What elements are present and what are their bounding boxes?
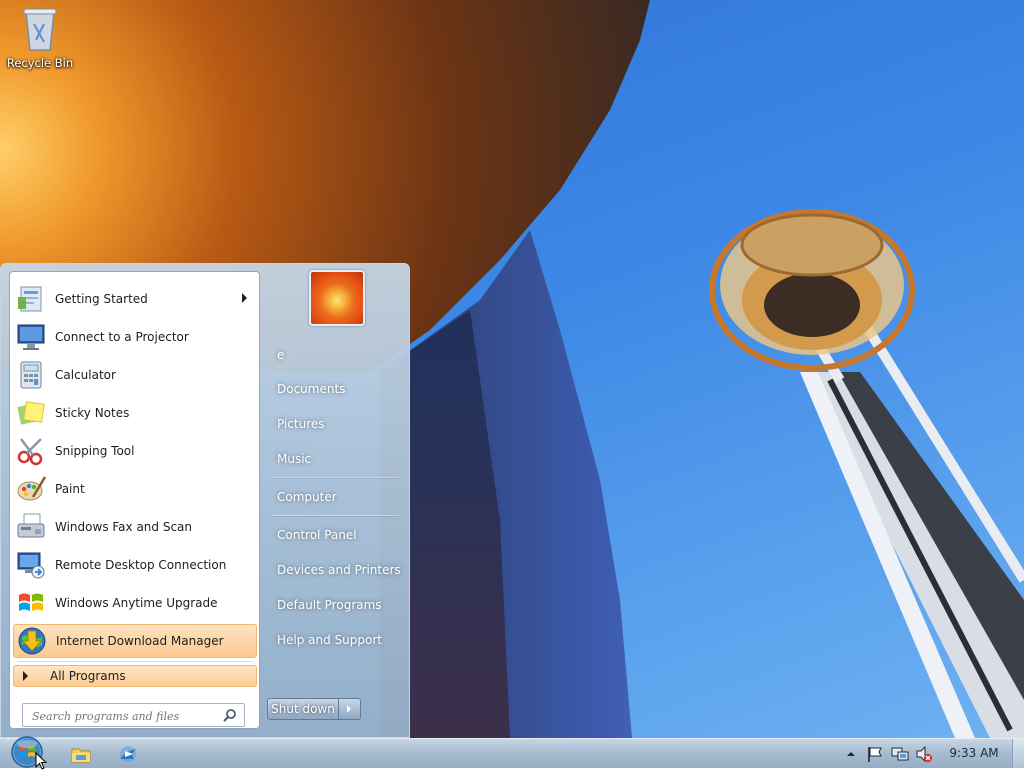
all-programs-label: All Programs — [50, 669, 126, 683]
sticky-notes-icon — [17, 401, 45, 425]
right-item-label: Computer — [277, 490, 337, 504]
right-item-music[interactable]: Music — [267, 445, 403, 473]
program-remote-desktop-connection[interactable]: Remote Desktop Connection — [13, 548, 257, 582]
volume-muted-icon[interactable] — [915, 745, 933, 763]
search-programs-input[interactable] — [30, 705, 224, 727]
right-item-computer[interactable]: Computer — [267, 483, 403, 511]
program-label: Windows Anytime Upgrade — [55, 596, 218, 610]
program-label: Paint — [55, 482, 85, 496]
programs-separator — [18, 661, 252, 662]
taskbar-file-explorer-icon[interactable] — [67, 741, 95, 767]
shutdown-options-arrow-icon[interactable] — [339, 698, 361, 720]
start-menu: Getting Started Connect to a Projector C… — [0, 263, 410, 738]
program-label: Getting Started — [55, 292, 148, 306]
right-item-label: e — [277, 348, 285, 362]
right-item-default-programs[interactable]: Default Programs — [267, 591, 403, 619]
recycle-bin-icon — [23, 8, 57, 51]
program-getting-started[interactable]: Getting Started — [13, 282, 257, 316]
program-internet-download-manager[interactable]: Internet Download Manager — [13, 624, 257, 658]
right-item-documents[interactable]: Documents — [267, 375, 403, 403]
program-calculator[interactable]: Calculator — [13, 358, 257, 392]
right-item-label: Help and Support — [277, 633, 382, 647]
right-item-label: Pictures — [277, 417, 325, 431]
show-hidden-icons-icon[interactable] — [846, 745, 856, 763]
paint-palette-icon — [17, 476, 47, 501]
shut-down-button[interactable]: Shut down — [267, 698, 339, 720]
right-item-label: Default Programs — [277, 598, 382, 612]
program-connect-to-projector[interactable]: Connect to a Projector — [13, 320, 257, 354]
all-programs-arrow-icon — [23, 671, 28, 681]
fax-icon — [17, 513, 45, 538]
right-item-label: Music — [277, 452, 312, 466]
submenu-arrow-icon[interactable] — [242, 293, 247, 303]
program-windows-fax-and-scan[interactable]: Windows Fax and Scan — [13, 510, 257, 544]
right-item-label: Devices and Printers — [277, 563, 401, 577]
mouse-pointer-icon — [35, 752, 47, 770]
right-item-pictures[interactable]: Pictures — [267, 410, 403, 438]
network-icon[interactable] — [891, 745, 909, 763]
user-account-picture[interactable] — [309, 270, 365, 326]
action-center-flag-icon[interactable] — [866, 745, 884, 763]
shutdown-group: Shut down — [267, 698, 361, 720]
right-separator — [271, 477, 399, 479]
program-label: Snipping Tool — [55, 444, 135, 458]
search-programs-box[interactable] — [22, 703, 245, 727]
right-item-devices-and-printers[interactable]: Devices and Printers — [267, 556, 403, 584]
right-item-help-and-support[interactable]: Help and Support — [267, 626, 403, 654]
program-paint[interactable]: Paint — [13, 472, 257, 506]
idm-globe-icon — [18, 627, 46, 655]
program-label: Internet Download Manager — [56, 634, 224, 648]
right-item-label: Documents — [277, 382, 346, 396]
taskbar-clock[interactable]: 9:33 AM — [944, 746, 1004, 760]
taskbar-media-player-icon[interactable] — [114, 741, 142, 767]
windows-flag-icon — [19, 593, 43, 611]
search-icon[interactable] — [223, 708, 237, 722]
start-menu-programs-pane: Getting Started Connect to a Projector C… — [9, 271, 260, 729]
scissors-icon — [17, 438, 43, 466]
right-item-label: Control Panel — [277, 528, 357, 542]
right-item-control-panel[interactable]: Control Panel — [267, 521, 403, 549]
all-programs-button[interactable]: All Programs — [13, 665, 257, 687]
program-snipping-tool[interactable]: Snipping Tool — [13, 434, 257, 468]
program-label: Remote Desktop Connection — [55, 558, 227, 572]
projector-icon — [17, 324, 45, 350]
program-label: Windows Fax and Scan — [55, 520, 193, 534]
program-windows-anytime-upgrade[interactable]: Windows Anytime Upgrade — [13, 586, 257, 620]
right-item-user-folder[interactable]: e — [267, 341, 403, 369]
calculator-icon — [20, 361, 42, 389]
desktop-icon-recycle-bin[interactable]: Recycle Bin — [6, 6, 74, 70]
getting-started-icon — [18, 286, 42, 312]
program-sticky-notes[interactable]: Sticky Notes — [13, 396, 257, 430]
program-label: Sticky Notes — [55, 406, 130, 420]
right-separator — [271, 515, 399, 517]
desktop-icon-label: Recycle Bin — [6, 56, 74, 70]
program-label: Calculator — [55, 368, 116, 382]
show-desktop-button[interactable] — [1012, 739, 1024, 768]
remote-desktop-icon — [17, 552, 45, 579]
program-label: Connect to a Projector — [55, 330, 189, 344]
